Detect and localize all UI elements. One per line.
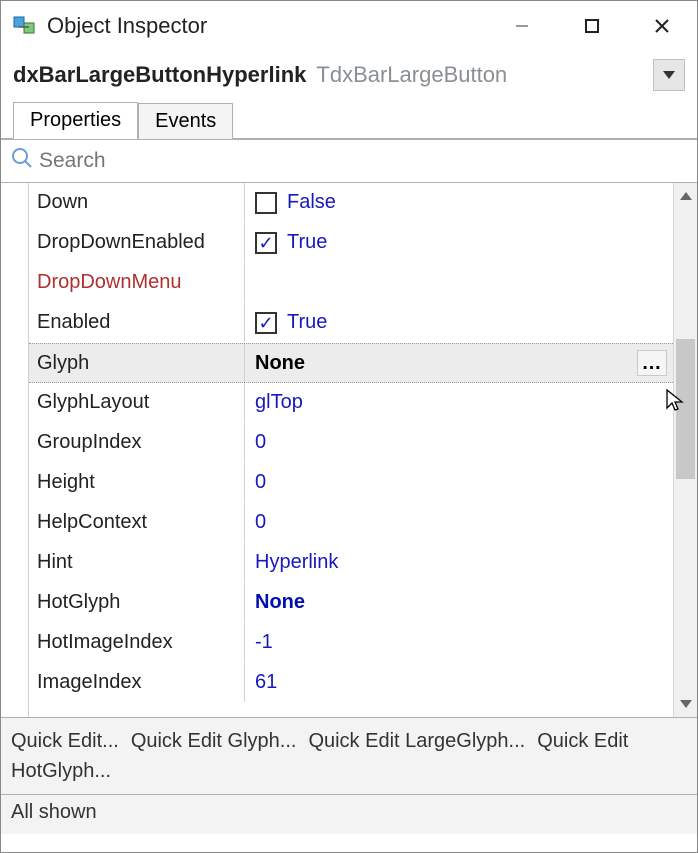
- property-name[interactable]: ImageIndex: [29, 663, 245, 702]
- property-value-text: 61: [255, 671, 277, 694]
- checkbox[interactable]: [255, 192, 277, 214]
- property-name[interactable]: GroupIndex: [29, 423, 245, 462]
- object-name: dxBarLargeButtonHyperlink: [13, 62, 306, 88]
- property-grid: Down False DropDownEnabled True DropDownMenu…: [1, 183, 697, 717]
- object-dropdown-button[interactable]: [653, 59, 685, 91]
- property-value[interactable]: 0: [245, 463, 673, 502]
- quick-edit-link[interactable]: Quick Edit...: [11, 730, 119, 752]
- property-row[interactable]: Enabled True: [29, 303, 673, 343]
- search-input[interactable]: [39, 149, 687, 173]
- checkbox[interactable]: [255, 312, 277, 334]
- property-value-text: None: [255, 591, 305, 614]
- tabs: Properties Events: [1, 99, 697, 139]
- scroll-down-icon[interactable]: [674, 691, 697, 717]
- property-row[interactable]: Hint Hyperlink: [29, 543, 673, 583]
- app-icon: [11, 12, 39, 40]
- scroll-thumb[interactable]: [676, 339, 695, 479]
- property-value[interactable]: 0: [245, 503, 673, 542]
- property-name[interactable]: HotImageIndex: [29, 623, 245, 662]
- property-name[interactable]: HotGlyph: [29, 583, 245, 622]
- property-value[interactable]: True: [245, 303, 673, 342]
- property-row[interactable]: ImageIndex 61: [29, 663, 673, 703]
- property-name[interactable]: Hint: [29, 543, 245, 582]
- scroll-track[interactable]: [674, 209, 697, 691]
- property-name[interactable]: GlyphLayout: [29, 383, 245, 422]
- scrollbar[interactable]: [673, 183, 697, 717]
- property-row[interactable]: GroupIndex 0: [29, 423, 673, 463]
- property-row[interactable]: HelpContext 0: [29, 503, 673, 543]
- property-name[interactable]: Down: [29, 183, 245, 222]
- property-value[interactable]: False: [245, 183, 673, 222]
- tab-properties[interactable]: Properties: [13, 102, 138, 139]
- titlebar: Object Inspector: [1, 1, 697, 51]
- property-name[interactable]: HelpContext: [29, 503, 245, 542]
- scroll-up-icon[interactable]: [674, 183, 697, 209]
- property-row[interactable]: HotImageIndex -1: [29, 623, 673, 663]
- property-value-text: 0: [255, 471, 266, 494]
- property-value[interactable]: Hyperlink: [245, 543, 673, 582]
- property-value-text: glTop: [255, 391, 303, 414]
- property-row[interactable]: HotGlyph None: [29, 583, 673, 623]
- tab-events[interactable]: Events: [138, 103, 233, 139]
- property-row[interactable]: Glyph None …: [29, 343, 673, 383]
- quick-edit-link[interactable]: Quick Edit Glyph...: [131, 730, 297, 752]
- property-value[interactable]: 61: [245, 663, 673, 702]
- property-value-text: True: [287, 311, 327, 334]
- property-name[interactable]: DropDownMenu: [29, 263, 245, 302]
- property-name[interactable]: Height: [29, 463, 245, 502]
- property-value[interactable]: 0: [245, 423, 673, 462]
- property-value[interactable]: None …: [245, 344, 673, 382]
- property-value[interactable]: None: [245, 583, 673, 622]
- property-list: Down False DropDownEnabled True DropDownMenu…: [29, 183, 673, 717]
- window-controls: [487, 1, 697, 51]
- property-value-text: 0: [255, 511, 266, 534]
- property-value-text: -1: [255, 631, 273, 654]
- property-name[interactable]: Glyph: [29, 344, 245, 382]
- gutter: [1, 183, 29, 717]
- property-value-text: 0: [255, 431, 266, 454]
- property-name[interactable]: DropDownEnabled: [29, 223, 245, 262]
- quick-edit-bar: Quick Edit... Quick Edit Glyph... Quick Ed…: [1, 717, 697, 794]
- maximize-button[interactable]: [557, 1, 627, 51]
- checkbox[interactable]: [255, 232, 277, 254]
- property-name[interactable]: Enabled: [29, 303, 245, 342]
- property-value-text: None: [255, 352, 305, 375]
- quick-edit-link[interactable]: Quick Edit LargeGlyph...: [308, 730, 525, 752]
- object-type: TdxBarLargeButton: [316, 62, 653, 88]
- property-value-text: True: [287, 231, 327, 254]
- property-row[interactable]: DropDownMenu: [29, 263, 673, 303]
- property-value[interactable]: True: [245, 223, 673, 262]
- property-value-text: False: [287, 191, 336, 214]
- minimize-button[interactable]: [487, 1, 557, 51]
- property-value[interactable]: -1: [245, 623, 673, 662]
- property-value-text: Hyperlink: [255, 551, 338, 574]
- close-button[interactable]: [627, 1, 697, 51]
- status-bar: All shown: [1, 794, 697, 834]
- property-value[interactable]: [245, 263, 673, 302]
- property-row[interactable]: GlyphLayout glTop: [29, 383, 673, 423]
- property-row[interactable]: DropDownEnabled True: [29, 223, 673, 263]
- search-icon: [11, 147, 33, 175]
- window-title: Object Inspector: [47, 13, 487, 39]
- search-bar: [1, 139, 697, 183]
- property-row[interactable]: Down False: [29, 183, 673, 223]
- object-selector: dxBarLargeButtonHyperlink TdxBarLargeBut…: [1, 51, 697, 99]
- property-row[interactable]: Height 0: [29, 463, 673, 503]
- property-value[interactable]: glTop: [245, 383, 673, 422]
- ellipsis-button[interactable]: …: [637, 350, 667, 376]
